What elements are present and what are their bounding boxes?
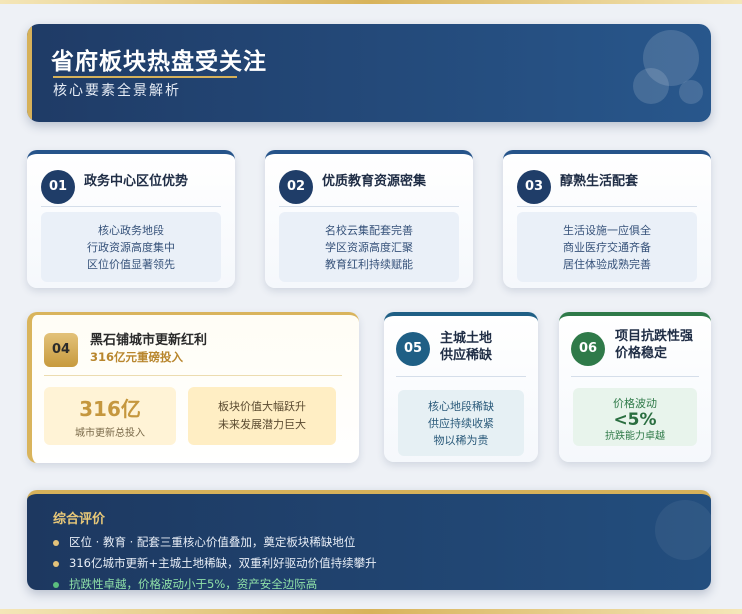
card-number-badge: 01 xyxy=(41,170,75,204)
decor-bubble xyxy=(633,68,669,104)
card-title-line: 项目抗跌性强 xyxy=(615,329,694,344)
bullet-icon xyxy=(53,539,59,546)
card-number-badge: 02 xyxy=(279,170,313,204)
top-gold-line xyxy=(0,0,742,4)
investment-value: 316亿 xyxy=(79,397,141,421)
card-detail-box: 核心政务地段 行政资源高度集中 区位价值显著领先 xyxy=(41,212,221,282)
card-title-line: 主城土地 xyxy=(440,331,493,346)
price-label: 价格波动 xyxy=(613,397,657,410)
investment-caption: 城市更新总投入 xyxy=(75,428,145,439)
decor-bubble xyxy=(655,500,711,560)
card-divider xyxy=(571,376,699,377)
card-detail-box: 生活设施一应俱全 商业医疗交通齐备 居住体验成熟完善 xyxy=(517,212,697,282)
card-title: 优质教育资源密集 xyxy=(322,174,427,189)
card-title: 政务中心区位优势 xyxy=(84,174,189,189)
card-divider xyxy=(44,375,342,376)
card-title: 项目抗跌性强 价格稳定 xyxy=(615,328,693,362)
header-banner: 省府板块热盘受关注 核心要素全景解析 xyxy=(27,24,711,122)
bottom-gold-line xyxy=(0,609,742,614)
card-divider xyxy=(41,206,221,207)
card-price-stability: 06 项目抗跌性强 价格稳定 价格波动 <5% 抗跌能力卓越 xyxy=(559,312,711,462)
card-divider xyxy=(396,376,526,377)
summary-text: 区位 · 教育 · 配套三重核心价值叠加，奠定板块稀缺地位 xyxy=(69,535,356,549)
card-number-badge: 06 xyxy=(571,332,605,366)
card-number-badge: 05 xyxy=(396,332,430,366)
header-accent-bar xyxy=(27,24,32,122)
detail-line: 教育红利持续赋能 xyxy=(325,258,413,271)
bullet-icon xyxy=(53,581,59,588)
detail-line: 核心地段稀缺 xyxy=(428,400,494,413)
card-number-badge: 04 xyxy=(44,333,78,367)
price-caption: 抗跌能力卓越 xyxy=(605,431,665,442)
summary-title: 综合评价 xyxy=(53,512,106,527)
detail-line: 生活设施一应俱全 xyxy=(563,224,651,237)
card-divider xyxy=(279,206,459,207)
page-title: 省府板块热盘受关注 xyxy=(51,49,267,75)
detail-line: 商业医疗交通齐备 xyxy=(563,241,651,254)
summary-item: 区位 · 教育 · 配套三重核心价值叠加，奠定板块稀缺地位 xyxy=(53,534,355,550)
card-title: 黑石铺城市更新红利 xyxy=(90,333,208,348)
page-subtitle: 核心要素全景解析 xyxy=(53,83,181,99)
card-land-supply: 05 主城土地 供应稀缺 核心地段稀缺 供应持续收紧 物以稀为贵 xyxy=(384,312,538,462)
summary-panel: 综合评价 区位 · 教育 · 配套三重核心价值叠加，奠定板块稀缺地位 316亿城… xyxy=(27,490,711,590)
card-amenities: 03 醇熟生活配套 生活设施一应俱全 商业医疗交通齐备 居住体验成熟完善 xyxy=(503,150,711,288)
highlight-line: 板块价值大幅跃升 xyxy=(218,400,306,413)
card-title-line: 供应稀缺 xyxy=(440,348,493,363)
summary-text: 抗跌性卓越，价格波动小于5%，资产安全边际高 xyxy=(69,577,318,590)
summary-text: 316亿城市更新+主城土地稀缺，双重利好驱动价值持续攀升 xyxy=(69,556,377,570)
card-education: 02 优质教育资源密集 名校云集配套完善 学区资源高度汇聚 教育红利持续赋能 xyxy=(265,150,473,288)
detail-line: 行政资源高度集中 xyxy=(87,241,175,254)
detail-line: 核心政务地段 xyxy=(98,224,164,237)
detail-line: 居住体验成熟完善 xyxy=(563,258,651,271)
card-detail-box: 名校云集配套完善 学区资源高度汇聚 教育红利持续赋能 xyxy=(279,212,459,282)
card-divider xyxy=(517,206,697,207)
title-underline xyxy=(53,76,237,78)
detail-line: 名校云集配套完善 xyxy=(325,224,413,237)
investment-stat-box: 316亿 城市更新总投入 xyxy=(44,387,176,445)
summary-item: 抗跌性卓越，价格波动小于5%，资产安全边际高 xyxy=(53,576,317,590)
card-title: 醇熟生活配套 xyxy=(560,174,639,189)
card-detail-box: 核心地段稀缺 供应持续收紧 物以稀为贵 xyxy=(398,390,524,456)
card-urban-renewal: 04 黑石铺城市更新红利 316亿元重磅投入 316亿 城市更新总投入 板块价值… xyxy=(27,312,359,463)
card-title-line: 价格稳定 xyxy=(615,346,668,361)
detail-line: 物以稀为贵 xyxy=(433,434,489,447)
detail-line: 学区资源高度汇聚 xyxy=(325,241,413,254)
highlight-line: 未来发展潜力巨大 xyxy=(218,418,306,431)
card-number-badge: 03 xyxy=(517,170,551,204)
card-location: 01 政务中心区位优势 核心政务地段 行政资源高度集中 区位价值显著领先 xyxy=(27,150,235,288)
price-stat-box: 价格波动 <5% 抗跌能力卓越 xyxy=(573,388,697,446)
card-title: 主城土地 供应稀缺 xyxy=(440,330,492,364)
detail-line: 区位价值显著领先 xyxy=(87,258,175,271)
decor-bubble xyxy=(679,80,703,104)
detail-line: 供应持续收紧 xyxy=(428,417,494,430)
value-highlight-box: 板块价值大幅跃升 未来发展潜力巨大 xyxy=(188,387,336,445)
summary-item: 316亿城市更新+主城土地稀缺，双重利好驱动价值持续攀升 xyxy=(53,555,377,571)
card-subtitle: 316亿元重磅投入 xyxy=(90,350,184,364)
bullet-icon xyxy=(53,560,59,567)
price-value: <5% xyxy=(613,410,657,430)
